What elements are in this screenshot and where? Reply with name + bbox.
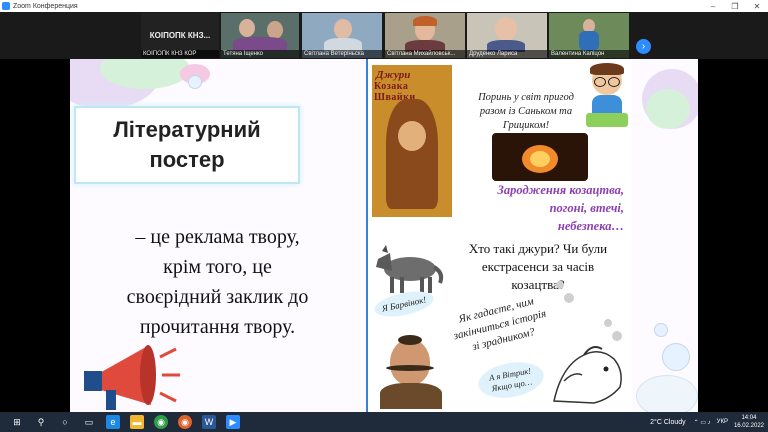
search-icon[interactable]: ⚲	[34, 415, 48, 429]
poster-question: Хто такі джури? Чи були екстрасенси за ч…	[452, 240, 624, 294]
word-icon[interactable]: W	[202, 415, 216, 429]
literary-poster: Джури Козака Швайки Поринь у світ пригод…	[366, 59, 634, 412]
poster-intro-line: разом із Саньком та	[479, 106, 573, 117]
participant-tile[interactable]: Світлана Михайловськ...	[385, 13, 465, 58]
slide-left-panel: Літературний постер – це реклама твору, …	[70, 59, 365, 412]
decor-blob	[646, 89, 690, 129]
cover-face	[398, 121, 426, 151]
task-view-icon[interactable]: ▭	[82, 415, 96, 429]
decor-bubble	[564, 293, 574, 303]
slide-title-line: Літературний	[113, 117, 261, 142]
boy-character-icon	[586, 63, 628, 133]
language-indicator[interactable]: УКР	[717, 419, 728, 425]
participant-tile[interactable]: КОІПОПК КНЗ... КОІПОПК КНЗ КОР	[141, 13, 219, 58]
decor-bubble	[556, 281, 564, 289]
participant-tile[interactable]: Валентина Капіцон	[549, 13, 629, 58]
participant-name: Тетяна Іщенко	[221, 50, 299, 58]
participant-tile[interactable]: Тетяна Іщенко	[221, 13, 299, 58]
participant-name: КОІПОПК КНЗ КОР	[141, 50, 219, 58]
zoom-logo-icon	[2, 2, 10, 10]
decor-bubble	[604, 319, 612, 327]
decor-bubble	[612, 331, 622, 341]
participant-name: Друденко Лариса	[467, 50, 547, 58]
poster-intro-line: Грициком!	[502, 120, 550, 131]
shared-slide: Літературний постер – це реклама твору, …	[70, 59, 698, 412]
slide-title-line: постер	[149, 147, 225, 172]
poster-purple-text: Зародження козацтва, погоні, втечі, небе…	[452, 181, 625, 235]
maximize-button[interactable]: ❐	[724, 2, 746, 11]
close-button[interactable]: ✕	[746, 2, 768, 11]
edge-icon[interactable]: e	[106, 415, 120, 429]
zoom-taskbar-icon[interactable]: ▶	[226, 415, 240, 429]
participant-face	[495, 17, 517, 41]
windows-start-icon[interactable]: ⊞	[10, 415, 24, 429]
slide-right-panel	[632, 59, 698, 412]
participant-name: Валентина Капіцон	[549, 50, 629, 58]
poster-purple-line: Зародження козацтва,	[497, 183, 625, 197]
participant-strip: КОІПОПК КНЗ... КОІПОПК КНЗ КОР Тетяна Іщ…	[0, 12, 768, 59]
participant-face	[334, 19, 352, 39]
clock-date: 16.02.2022	[733, 423, 764, 429]
participant-hair	[413, 16, 437, 26]
windows-taskbar: ⊞ ⚲ ○ ▭ e ▬ ◉ ◉ W ▶ 2°C Cloudy ⌃ ▭ ♪ УКР…	[0, 412, 768, 432]
participant-name: Світлана Михайловськ...	[385, 50, 465, 58]
participant-face	[239, 19, 255, 37]
chrome-icon[interactable]: ◉	[154, 415, 168, 429]
book-title: Джури	[376, 69, 411, 81]
cloud-vitryk: А я Вітрик! Якщо що…	[475, 357, 547, 403]
cover-figure	[386, 99, 438, 209]
weather-widget[interactable]: 2°C Cloudy	[650, 419, 685, 426]
participant-body	[579, 31, 599, 51]
next-page-button[interactable]: ›	[636, 39, 651, 54]
minimize-button[interactable]: –	[702, 2, 724, 11]
megaphone-icon	[84, 345, 180, 410]
participant-big-name: КОІПОПК КНЗ...	[149, 31, 211, 40]
cortana-icon[interactable]: ○	[58, 415, 72, 429]
clock[interactable]: 14:04 16.02.2022	[734, 414, 764, 430]
decor-bubble	[662, 343, 690, 371]
cossack-portrait-icon	[372, 335, 450, 409]
decor-bubble	[654, 323, 668, 337]
poster-intro-line: Поринь у світ пригод	[478, 92, 574, 103]
participant-body	[233, 37, 287, 51]
poster-question-line: козацтва?	[511, 277, 565, 292]
poster-purple-line: небезпека…	[557, 219, 624, 233]
slide-body-line: крім того, це	[163, 256, 272, 278]
slide-title-box: Літературний постер	[74, 106, 300, 184]
poster-question-line: екстрасенси за часів	[481, 259, 595, 274]
poster-purple-line: погоні, втечі,	[549, 201, 624, 215]
fire-hands-image	[492, 133, 588, 181]
slide-body-text: – це реклама твору, крім того, це своєрі…	[90, 222, 345, 342]
system-tray: 2°C Cloudy ⌃ ▭ ♪ УКР 14:04 16.02.2022	[650, 412, 764, 432]
participant-tile[interactable]: Друденко Лариса	[467, 13, 547, 58]
decor-bubble	[188, 75, 202, 89]
decor-bubble	[636, 375, 698, 412]
poster-intro: Поринь у світ пригод разом із Саньком та…	[462, 91, 590, 133]
wolf-icon	[376, 245, 444, 293]
participant-name: Світлана Ветеріньска	[302, 50, 382, 58]
clock-time: 14:04	[741, 415, 757, 421]
horse-icon	[553, 346, 622, 404]
window-title: Zoom Конференция	[13, 2, 78, 10]
book-cover: Джури Козака Швайки	[372, 65, 452, 217]
slide-body-line: своєрідний заклик до	[126, 286, 309, 308]
firefox-icon[interactable]: ◉	[178, 415, 192, 429]
poster-question-line: Хто такі джури? Чи були	[468, 241, 608, 256]
file-explorer-icon[interactable]: ▬	[130, 415, 144, 429]
participant-tile[interactable]: Світлана Ветеріньска	[302, 13, 382, 58]
share-stage: Літературний постер – це реклама твору, …	[0, 59, 768, 412]
window-titlebar: Zoom Конференция – ❐ ✕	[0, 0, 768, 12]
tray-icons[interactable]: ⌃ ▭ ♪	[694, 419, 711, 426]
slide-body-line: – це реклама твору,	[135, 226, 300, 248]
